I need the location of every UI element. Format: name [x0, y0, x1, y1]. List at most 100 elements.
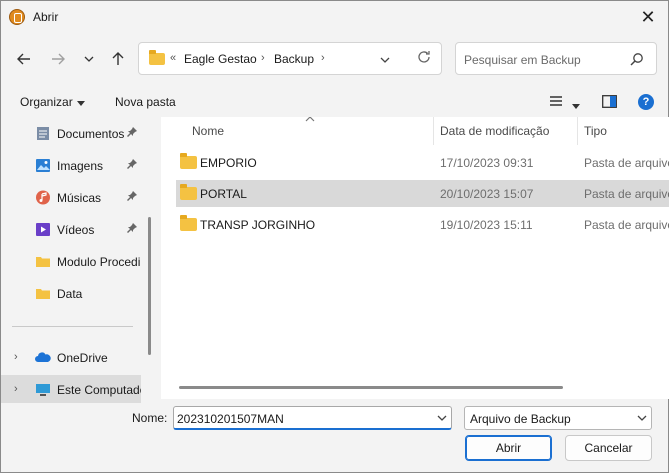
pin-icon	[127, 127, 137, 140]
breadcrumb-backup[interactable]: Backup	[274, 52, 314, 66]
file-list: Nome Data de modificação Tipo EMPORIO 17…	[161, 117, 669, 399]
column-header-date[interactable]: Data de modificação	[440, 124, 549, 138]
preview-pane-button[interactable]	[602, 95, 617, 111]
sidebar-item-este-computador[interactable]: › Este Computador	[1, 375, 141, 403]
list-view-icon	[550, 96, 562, 106]
sidebar-scrollbar[interactable]	[148, 217, 151, 355]
organize-button[interactable]: Organizar	[20, 95, 73, 109]
help-icon[interactable]: ?	[638, 94, 654, 110]
sidebar-item-data[interactable]: Data	[1, 279, 141, 307]
file-name-label: Nome:	[132, 411, 168, 425]
column-header-type[interactable]: Tipo	[584, 124, 607, 138]
arrow-up-icon	[112, 52, 124, 65]
file-name-input[interactable]: 202310201507MAN	[173, 406, 452, 430]
file-row[interactable]: TRANSP JORGINHO 19/10/2023 15:11 Pasta d…	[176, 211, 669, 238]
file-name: PORTAL	[200, 187, 247, 201]
close-button[interactable]: ✕	[634, 5, 662, 29]
videos-icon	[36, 223, 50, 236]
search-input[interactable]: Pesquisar em Backup	[464, 53, 581, 67]
column-header-name[interactable]: Nome	[192, 124, 224, 138]
title-bar: Abrir ✕	[1, 1, 668, 32]
folder-icon	[36, 289, 50, 299]
file-name: EMPORIO	[200, 156, 257, 170]
pin-icon	[127, 159, 137, 172]
expand-chevron-icon[interactable]: ›	[14, 383, 18, 395]
music-icon	[36, 190, 50, 205]
breadcrumb-eagle-gestao[interactable]: Eagle Gestao	[184, 52, 257, 66]
file-name: TRANSP JORGINHO	[200, 218, 316, 232]
sidebar-item-imagens[interactable]: Imagens	[1, 151, 141, 179]
file-row[interactable]: EMPORIO 17/10/2023 09:31 Pasta de arquiv…	[176, 149, 669, 176]
app-icon	[9, 9, 25, 25]
back-button[interactable]	[13, 48, 35, 70]
new-folder-button[interactable]: Nova pasta	[115, 95, 176, 109]
search-box[interactable]: Pesquisar em Backup	[455, 42, 657, 75]
navigation-pane: Documentos Imagens Músicas Vídeos Modulo…	[1, 117, 155, 403]
up-button[interactable]	[107, 48, 129, 70]
sidebar-divider	[12, 326, 133, 327]
file-date: 20/10/2023 15:07	[440, 187, 534, 201]
arrow-left-icon	[17, 53, 30, 65]
folder-icon	[180, 184, 197, 200]
sidebar-item-label: OneDrive	[57, 351, 108, 365]
images-icon	[36, 159, 50, 172]
folder-icon	[180, 153, 197, 169]
column-divider[interactable]	[577, 117, 578, 145]
breadcrumb-separator[interactable]: ›	[321, 52, 325, 64]
cancel-button[interactable]: Cancelar	[565, 435, 652, 461]
sidebar-item-modulo-procedi[interactable]: Modulo Procedi	[1, 247, 141, 275]
file-type-dropdown	[637, 412, 647, 424]
close-icon: ✕	[640, 6, 656, 27]
column-divider[interactable]	[433, 117, 434, 145]
forward-button[interactable]	[47, 48, 69, 70]
address-history-button[interactable]	[380, 52, 390, 66]
sidebar-item-label: Este Computador	[57, 383, 141, 397]
sidebar-item-label: Data	[57, 287, 83, 301]
pin-icon	[127, 223, 137, 236]
file-date: 17/10/2023 09:31	[440, 156, 534, 170]
address-bar[interactable]: « Eagle Gestao › Backup ›	[138, 42, 442, 75]
computer-icon	[36, 384, 50, 396]
chevron-down-icon	[637, 415, 647, 421]
sidebar-item-videos[interactable]: Vídeos	[1, 215, 141, 243]
sidebar-item-documentos[interactable]: Documentos	[1, 119, 141, 147]
file-name-value: 202310201507MAN	[177, 412, 284, 426]
documents-icon	[37, 127, 49, 140]
recent-locations-button[interactable]	[78, 48, 100, 70]
caret-down-icon	[77, 101, 85, 106]
file-type: Pasta de arquivos	[584, 156, 669, 170]
expand-chevron-icon[interactable]: ›	[14, 351, 18, 363]
view-options-button[interactable]	[549, 95, 563, 110]
folder-icon	[180, 215, 197, 231]
onedrive-icon	[35, 352, 51, 362]
open-button[interactable]: Abrir	[465, 435, 552, 461]
sidebar-item-label: Modulo Procedi	[57, 255, 141, 269]
file-row-selected[interactable]: PORTAL 20/10/2023 15:07 Pasta de arquivo…	[176, 180, 669, 207]
search-icon	[630, 53, 643, 66]
chevron-down-icon	[437, 415, 447, 421]
organize-dropdown[interactable]	[77, 98, 85, 108]
overflow-chevron[interactable]: «	[170, 52, 176, 64]
refresh-icon	[418, 51, 430, 63]
sidebar-item-onedrive[interactable]: › OneDrive	[1, 343, 141, 371]
preview-pane-icon	[602, 95, 617, 108]
refresh-button[interactable]	[417, 50, 431, 68]
breadcrumb-separator[interactable]: ›	[261, 52, 265, 64]
file-type-value: Arquivo de Backup	[470, 412, 571, 426]
sort-ascending-icon	[305, 117, 315, 125]
folder-icon	[36, 257, 50, 267]
open-file-dialog: Abrir ✕ « Eagle Gestao › Backup › Pesqui…	[0, 0, 669, 473]
view-options-dropdown[interactable]	[572, 98, 580, 112]
pin-icon	[127, 191, 137, 204]
sidebar-item-musicas[interactable]: Músicas	[1, 183, 141, 211]
chevron-down-icon	[380, 57, 390, 63]
file-name-history-dropdown[interactable]	[437, 412, 447, 424]
caret-down-icon	[572, 104, 580, 109]
folder-icon	[149, 50, 165, 65]
arrow-right-icon	[52, 53, 65, 65]
horizontal-scrollbar[interactable]	[179, 386, 563, 389]
dialog-title: Abrir	[33, 10, 59, 24]
file-type-select[interactable]: Arquivo de Backup	[464, 406, 652, 430]
file-date: 19/10/2023 15:11	[440, 218, 533, 232]
file-type: Pasta de arquivos	[584, 218, 669, 232]
